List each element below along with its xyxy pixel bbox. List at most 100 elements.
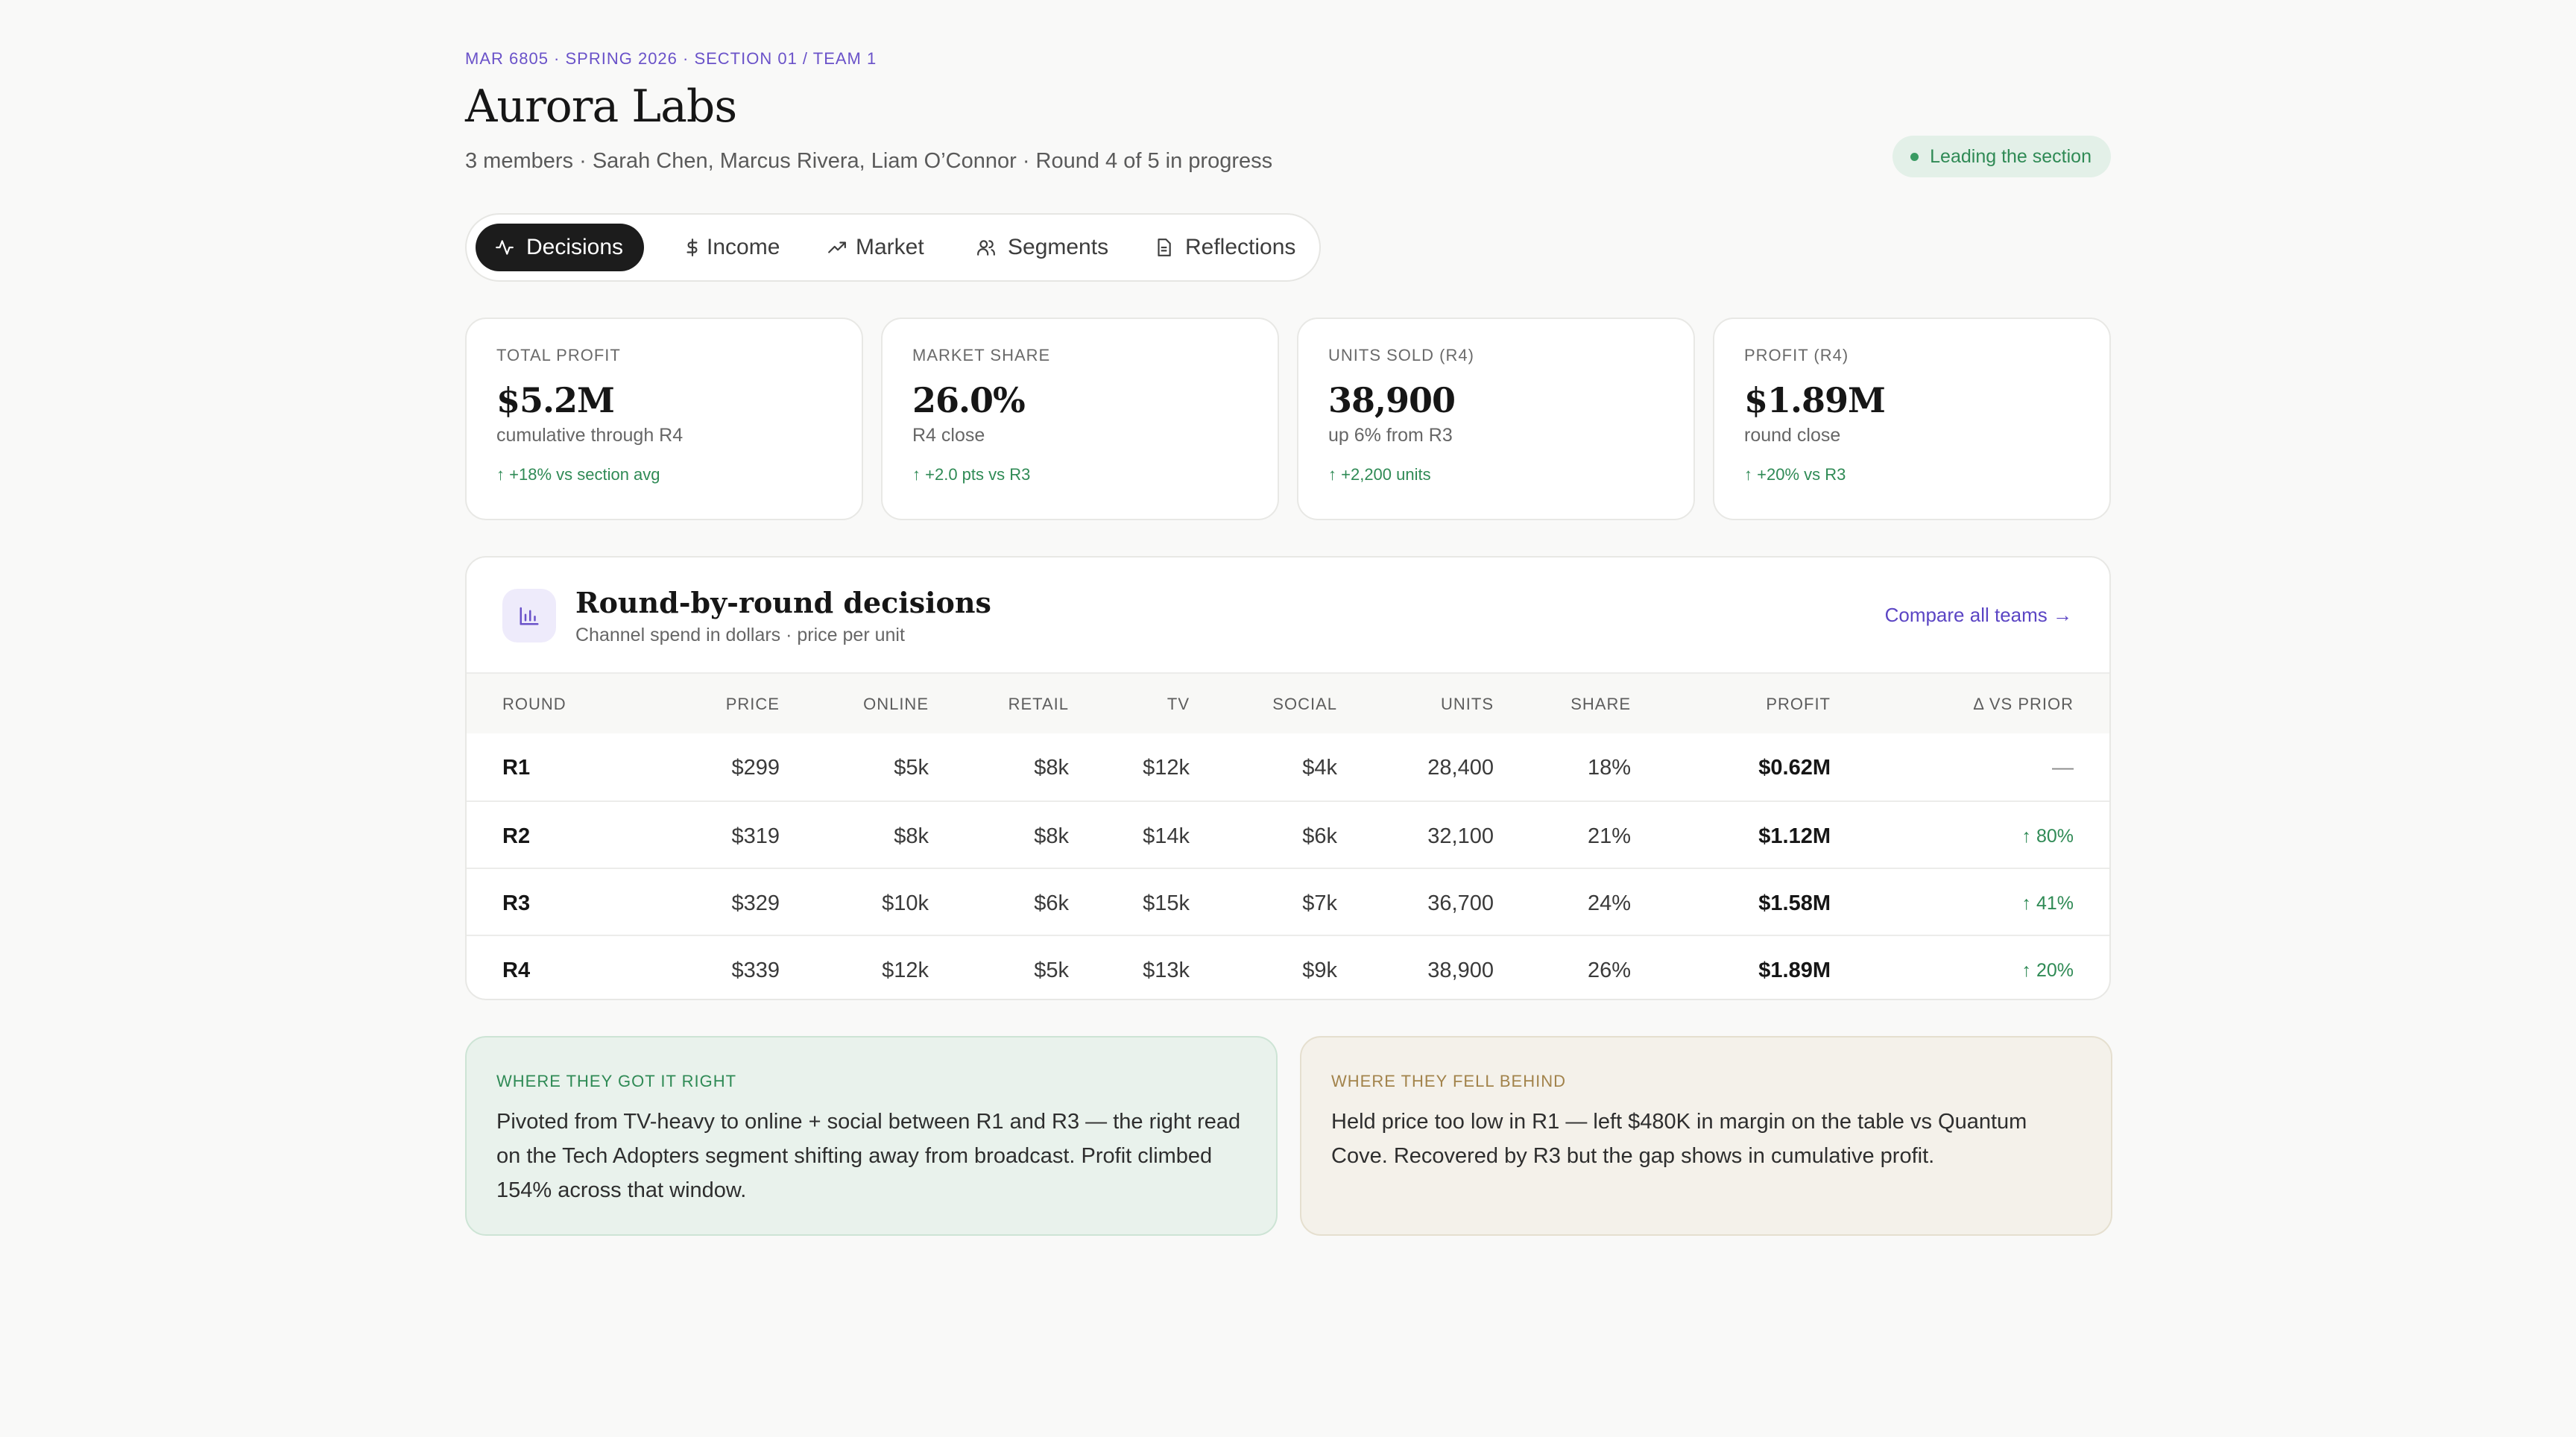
column-header-units: UNITS [1441, 695, 1494, 713]
cell-delta-value: 41% [2036, 893, 2074, 914]
column-header-price: PRICE [725, 695, 780, 713]
status-badge: Leading the section [1892, 136, 2111, 177]
tab-market[interactable]: Market [808, 224, 942, 271]
users-icon [976, 224, 996, 271]
got-it-right-note: WHERE THEY GOT IT RIGHT Pivoted from TV-… [465, 1036, 1278, 1236]
table-row: R2 $319 $8k $8k $14k $6k 32,100 21% $1.1… [467, 800, 2109, 868]
cell-share: 18% [1587, 756, 1631, 780]
cell-online: $8k [894, 824, 929, 848]
note-text: Pivoted from TV-heavy to online + social… [496, 1110, 1241, 1202]
kpi-label: UNITS SOLD (R4) [1328, 346, 1474, 364]
cell-social: $9k [1302, 958, 1337, 982]
kpi-delta-text: +2,200 units [1341, 465, 1431, 484]
cell-social: $6k [1302, 824, 1337, 848]
tab-income[interactable]: Income [663, 224, 790, 271]
cell-retail: $8k [1034, 824, 1069, 848]
column-header-profit: PROFIT [1766, 695, 1831, 713]
kpi-delta-text: +18% vs section avg [509, 465, 660, 484]
kpi-value: $1.89M [1744, 380, 1886, 420]
decisions-panel: Round-by-round decisions Channel spend i… [465, 556, 2111, 1000]
column-header-delta: Δ VS PRIOR [1973, 695, 2074, 713]
tab-label: Income [707, 235, 780, 259]
kpi-subtext: R4 close [912, 425, 985, 446]
cell-social: $7k [1302, 891, 1337, 915]
bar-chart-icon [502, 589, 556, 642]
panel-title: Round-by-round decisions [575, 586, 991, 619]
tab-decisions[interactable]: Decisions [476, 224, 644, 271]
kpi-label: TOTAL PROFIT [496, 346, 621, 364]
note-label: WHERE THEY GOT IT RIGHT [496, 1072, 737, 1090]
cell-delta: — [2052, 756, 2074, 780]
column-header-share: SHARE [1570, 695, 1631, 713]
status-badge-label: Leading the section [1930, 146, 2092, 167]
cell-profit: $0.62M [1758, 756, 1831, 780]
kpi-card-total-profit: TOTAL PROFIT $5.2M cumulative through R4… [465, 318, 863, 520]
trending-up-icon [827, 224, 847, 271]
column-header-online: ONLINE [863, 695, 929, 713]
activity-icon [495, 224, 514, 271]
cell-round: R2 [502, 824, 531, 848]
column-header-retail: RETAIL [1008, 695, 1069, 713]
cell-retail: $6k [1034, 891, 1069, 915]
kpi-value: $5.2M [496, 380, 615, 420]
cell-delta: ↑ 41% [2022, 893, 2074, 915]
cell-units: 32,100 [1427, 824, 1494, 848]
column-header-round: ROUND [502, 695, 566, 713]
cell-round: R3 [502, 891, 531, 915]
cell-tv: $15k [1143, 891, 1190, 915]
kpi-delta: ↑ +2,200 units [1328, 465, 1431, 484]
table-row: R1 $299 $5k $8k $12k $4k 28,400 18% $0.6… [467, 733, 2109, 800]
cell-share: 21% [1587, 824, 1631, 848]
arrow-up-icon: ↑ [1328, 465, 1336, 484]
kpi-cards: TOTAL PROFIT $5.2M cumulative through R4… [465, 318, 2111, 520]
cell-online: $5k [894, 756, 929, 780]
tab-segments[interactable]: Segments [957, 224, 1120, 271]
cell-delta-value: 20% [2036, 960, 2074, 981]
cell-profit: $1.89M [1758, 958, 1831, 982]
kpi-delta: ↑ +2.0 pts vs R3 [912, 465, 1030, 484]
dollar-icon [683, 224, 702, 271]
tab-bar: Decisions Income Market Segments Reflect… [465, 213, 1321, 282]
cell-online: $12k [882, 958, 929, 982]
cell-price: $329 [731, 891, 780, 915]
cell-tv: $14k [1143, 824, 1190, 848]
tab-label: Decisions [526, 235, 624, 259]
kpi-card-units-sold: UNITS SOLD (R4) 38,900 up 6% from R3 ↑ +… [1297, 318, 1695, 520]
cell-round: R1 [502, 756, 531, 780]
cell-online: $10k [882, 891, 929, 915]
cell-round: R4 [502, 958, 531, 982]
cell-price: $299 [731, 756, 780, 780]
kpi-subtext: round close [1744, 425, 1841, 446]
tab-label: Reflections [1185, 235, 1296, 259]
tab-reflections[interactable]: Reflections [1134, 224, 1313, 271]
panel-subtitle: Channel spend in dollars · price per uni… [575, 625, 905, 645]
page-title: Aurora Labs [465, 80, 737, 133]
table-row: R4 $339 $12k $5k $13k $9k 38,900 26% $1.… [467, 935, 2109, 999]
kpi-value: 38,900 [1328, 380, 1456, 420]
cell-tv: $12k [1143, 756, 1190, 780]
course-breadcrumb: MAR 6805 · SPRING 2026 · SECTION 01 / TE… [465, 49, 877, 68]
kpi-card-market-share: MARKET SHARE 26.0% R4 close ↑ +2.0 pts v… [881, 318, 1279, 520]
note-label: WHERE THEY FELL BEHIND [1331, 1072, 1566, 1090]
cell-units: 28,400 [1427, 756, 1494, 780]
kpi-delta: ↑ +20% vs R3 [1744, 465, 1846, 484]
cell-share: 24% [1587, 891, 1631, 915]
compare-all-teams-link[interactable]: Compare all teams → [1885, 604, 2072, 627]
cell-share: 26% [1587, 958, 1631, 982]
cell-social: $4k [1302, 756, 1337, 780]
column-header-tv: TV [1167, 695, 1190, 713]
arrow-up-icon: ↑ [496, 465, 505, 484]
kpi-label: PROFIT (R4) [1744, 346, 1849, 364]
arrow-up-icon: ↑ [912, 465, 921, 484]
cell-delta-value: 80% [2036, 826, 2074, 847]
cell-price: $319 [731, 824, 780, 848]
note-text: Held price too low in R1 — left $480K in… [1331, 1110, 2027, 1168]
arrow-up-icon: ↑ [2021, 826, 2032, 847]
table-row: R3 $329 $10k $6k $15k $7k 36,700 24% $1.… [467, 868, 2109, 935]
tab-label: Segments [1008, 235, 1109, 259]
cell-profit: $1.58M [1758, 891, 1831, 915]
tab-label: Market [856, 235, 924, 259]
kpi-card-profit-r4: PROFIT (R4) $1.89M round close ↑ +20% vs… [1713, 318, 2111, 520]
cell-retail: $5k [1034, 958, 1069, 982]
kpi-value: 26.0% [912, 380, 1026, 420]
